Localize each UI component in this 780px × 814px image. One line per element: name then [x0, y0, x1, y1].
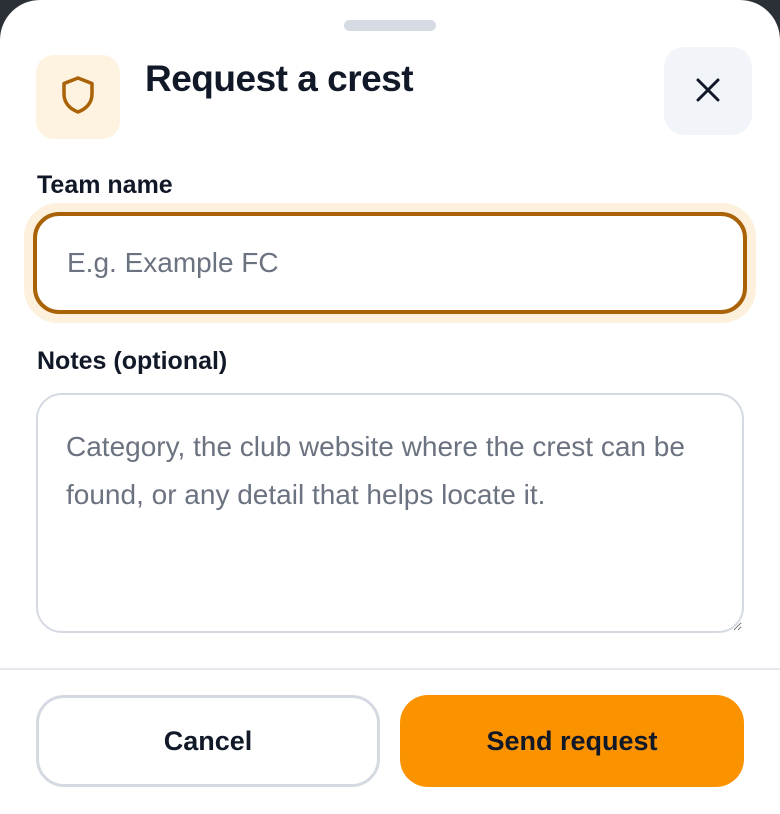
close-icon: [695, 77, 721, 106]
send-request-button[interactable]: Send request: [400, 695, 744, 787]
team-name-input[interactable]: [33, 212, 747, 314]
drag-handle[interactable]: [344, 20, 436, 31]
notes-label: Notes (optional): [37, 347, 228, 375]
team-name-label: Team name: [37, 171, 173, 199]
cancel-button-label: Cancel: [163, 725, 253, 756]
send-request-button-label: Send request: [486, 725, 658, 756]
dialog-title: Request a crest: [145, 58, 414, 99]
notes-textarea[interactable]: [36, 393, 744, 633]
request-crest-dialog: Request a crest Team name Notes (optiona…: [0, 0, 780, 814]
shield-icon: [60, 75, 96, 120]
footer-divider: [0, 668, 780, 670]
cancel-button[interactable]: Cancel: [36, 695, 380, 787]
close-button[interactable]: [664, 47, 752, 135]
header-icon-badge: [36, 55, 120, 139]
